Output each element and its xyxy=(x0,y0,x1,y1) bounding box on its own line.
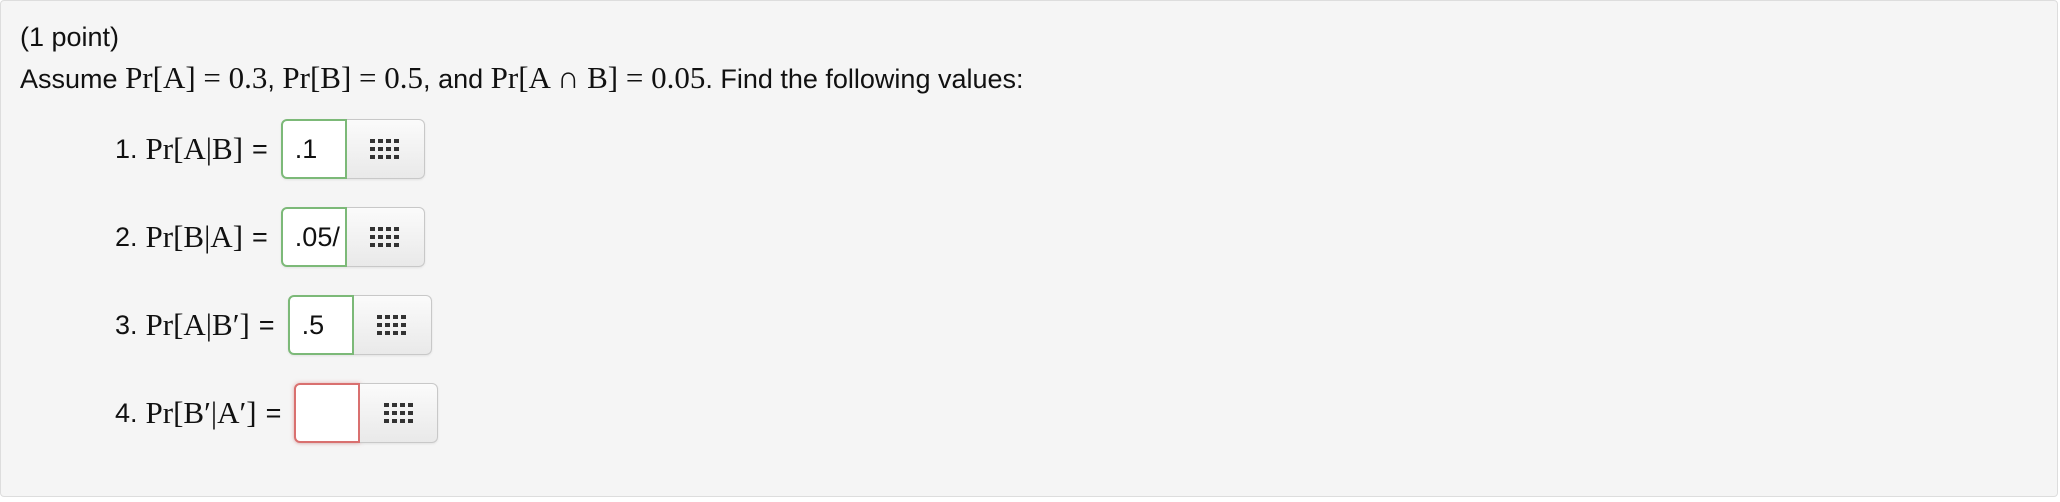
keypad-button-1[interactable] xyxy=(346,119,425,179)
answer-group xyxy=(280,207,425,267)
question-expression: Pr[B′|A′] xyxy=(145,395,257,430)
question-expression: Pr[A|B′] xyxy=(145,307,250,342)
answer-input-4[interactable] xyxy=(294,383,361,443)
question-4: 4. Pr[B′|A′] = xyxy=(115,383,439,443)
question-number: 4. xyxy=(115,397,138,428)
problem-panel: (1 point) Assume Pr[A] = 0.3, Pr[B] = 0.… xyxy=(0,0,2058,497)
keypad-grid-icon xyxy=(383,403,413,423)
keypad-button-3[interactable] xyxy=(353,295,432,355)
question-expression: Pr[B|A] xyxy=(145,219,244,254)
given-pr-b: Pr[B] = 0.5 xyxy=(282,60,424,95)
question-2: 2. Pr[B|A] = xyxy=(115,207,425,267)
instruction-text: Find the following values: xyxy=(720,64,1024,94)
question-expression: Pr[A|B] xyxy=(145,131,244,166)
keypad-grid-icon xyxy=(370,227,400,247)
answer-group xyxy=(287,295,432,355)
question-number: 2. xyxy=(115,221,138,252)
answer-input-1[interactable] xyxy=(280,119,347,179)
keypad-button-4[interactable] xyxy=(360,383,439,443)
question-1: 1. Pr[A|B] = xyxy=(115,119,425,179)
answer-group xyxy=(280,119,425,179)
equals-sign: = xyxy=(252,133,268,164)
question-number: 1. xyxy=(115,133,138,164)
question-number: 3. xyxy=(115,309,138,340)
keypad-button-2[interactable] xyxy=(346,207,425,267)
question-3: 3. Pr[A|B′] = xyxy=(115,295,432,355)
answer-group xyxy=(294,383,439,443)
answer-input-2[interactable] xyxy=(280,207,347,267)
problem-statement: Assume Pr[A] = 0.3, Pr[B] = 0.5, and Pr[… xyxy=(20,60,1024,95)
and-word: and xyxy=(438,64,484,94)
equals-sign: = xyxy=(258,309,275,340)
given-pr-a: Pr[A] = 0.3 xyxy=(125,60,268,95)
equals-sign: = xyxy=(265,397,282,428)
points-label: (1 point) xyxy=(20,22,120,52)
keypad-grid-icon xyxy=(377,315,407,335)
equals-sign: = xyxy=(252,221,268,252)
answer-input-3[interactable] xyxy=(287,295,354,355)
given-pr-a-and-b: Pr[A ∩ B] = 0.05 xyxy=(490,60,706,95)
keypad-grid-icon xyxy=(370,139,400,159)
assume-word: Assume xyxy=(20,64,118,94)
